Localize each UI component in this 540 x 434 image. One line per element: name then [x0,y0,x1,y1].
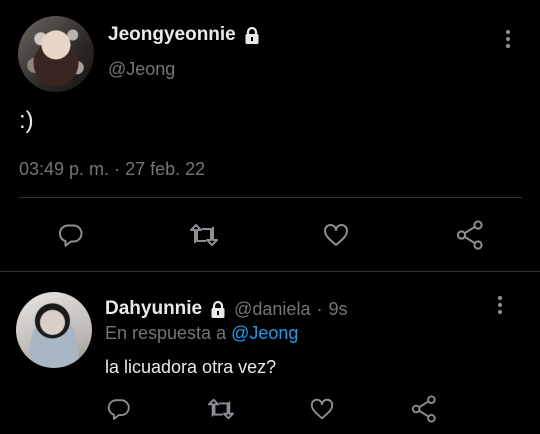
more-options-icon[interactable] [496,296,504,318]
author-display-name[interactable]: Jeongyeonnie [108,24,236,46]
more-options-icon[interactable] [504,30,512,52]
replying-to-line: En respuesta a @Jeong [105,323,298,344]
replying-prefix: En respuesta a [105,323,227,343]
tweet-time: 03:49 p. m. [19,159,110,179]
retweet-icon[interactable] [189,221,219,249]
reply-icon[interactable] [57,221,85,249]
lock-icon [242,25,262,45]
share-icon[interactable] [456,220,484,250]
reply-icon[interactable] [106,396,132,422]
reply-text: la licuadora otra vez? [105,357,277,377]
divider [19,197,522,198]
reply-handle[interactable]: @daniela [234,299,310,320]
share-icon[interactable] [411,395,437,423]
divider [0,271,540,272]
author-avatar[interactable] [18,16,94,92]
retweet-icon[interactable] [207,396,235,422]
reply-header: Dahyunnie @daniela · 9s [105,298,347,320]
lock-icon [208,299,228,319]
author-name-row: Jeongyeonnie [108,24,262,46]
replying-to-mention[interactable]: @Jeong [231,323,298,343]
like-icon[interactable] [322,221,350,249]
meta-separator: · [316,298,323,319]
tweet-text: :) [19,107,34,134]
reply-author-avatar[interactable] [16,292,92,368]
tweet-timestamp[interactable]: 03:49 p. m. · 27 feb. 22 [19,159,205,180]
reply-display-name[interactable]: Dahyunnie [105,298,202,320]
like-icon[interactable] [309,396,335,422]
tweet-date: 27 feb. 22 [125,159,206,179]
author-handle[interactable]: @Jeong [108,59,175,80]
reply-age[interactable]: 9s [328,299,347,320]
meta-separator: · [114,159,121,179]
